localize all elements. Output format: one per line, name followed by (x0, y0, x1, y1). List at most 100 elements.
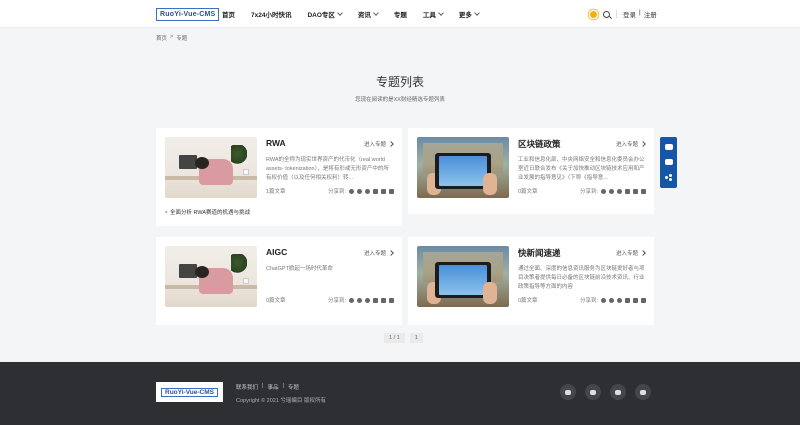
register-link[interactable]: 注册 (644, 9, 657, 19)
nav-item-home[interactable]: 首页 (222, 9, 235, 19)
topic-title[interactable]: 区块链政策 (518, 138, 561, 150)
footer-link-contact[interactable]: 联系我们 (236, 383, 258, 391)
weibo-icon[interactable] (609, 188, 614, 194)
nav-item-more[interactable]: 更多 (459, 9, 480, 19)
linkedin-icon[interactable] (641, 297, 646, 303)
qq-icon[interactable] (617, 297, 622, 303)
share-bar: 分享到: (580, 296, 646, 304)
linkedin-icon[interactable] (641, 188, 646, 194)
topic-meta: 0篇文章 分享到: (518, 187, 646, 195)
footer-link-products[interactable]: 事品 (267, 383, 278, 391)
comment-icon[interactable] (664, 144, 673, 151)
share-label: 分享到: (579, 189, 598, 195)
linkedin-icon[interactable] (389, 297, 394, 303)
auth-separator: | (639, 9, 641, 16)
linkedin-icon[interactable] (389, 188, 394, 194)
share-icon[interactable] (665, 173, 672, 181)
wechat-icon[interactable] (601, 297, 606, 303)
topic-description: 通过全面、深度的信息资讯服务为区块链爱好者与项目决策者提供每日必备的区块链前沿技… (518, 266, 645, 290)
share-label: 分享到: (579, 298, 598, 304)
copyright: Copyright © 2021 兮瑶编目 版权所有 (236, 398, 326, 404)
nav-item-flash[interactable]: 7x24小时快讯 (251, 9, 291, 19)
topic-title[interactable]: 快新闻速递 (518, 247, 561, 259)
topic-thumbnail[interactable] (165, 246, 257, 307)
chevron-right-icon (388, 141, 394, 147)
main-nav: 首页 7x24小时快讯 DAO专区 资讯 专题 工具 更多 (222, 0, 495, 28)
facebook-icon[interactable] (381, 297, 386, 303)
nav-item-news[interactable]: 资讯 (358, 9, 379, 19)
breadcrumb-home[interactable]: 首页 (156, 34, 167, 42)
share-label: 分享到: (327, 189, 346, 195)
chat-icon[interactable] (664, 158, 673, 165)
page-info: 1 / 1 (384, 333, 405, 343)
theme-toggle-icon[interactable] (590, 10, 597, 18)
site-logo[interactable]: RuoYi-Vue-CMS (156, 7, 220, 21)
topic-description: ChatGPT掀起一场时代革命 (266, 266, 333, 272)
twitter-icon[interactable] (625, 297, 630, 303)
enter-topic-link[interactable]: 进入专题 (616, 140, 646, 148)
wechat-icon[interactable] (349, 297, 354, 303)
twitter-icon[interactable] (373, 188, 378, 194)
weibo-icon[interactable] (357, 188, 362, 194)
topic-meta: 0篇文章 分享到: (518, 296, 646, 304)
weibo-icon[interactable] (609, 297, 614, 303)
divider (616, 10, 617, 18)
footer-logo[interactable]: RuoYi-Vue-CMS (156, 382, 223, 402)
page-button[interactable]: 1 (409, 333, 423, 343)
article-count: 1篇文章 (266, 189, 286, 195)
topic-card-blockchain-policy: 区块链政策 进入专题 工业和信息化部、中央网络安全和信息化委员会办公室近日联合发… (408, 128, 654, 214)
topic-thumbnail[interactable] (165, 137, 257, 198)
enter-topic-link[interactable]: 进入专题 (364, 140, 394, 148)
footer-social (560, 384, 651, 400)
enter-topic-link[interactable]: 进入专题 (364, 249, 394, 257)
facebook-icon[interactable] (633, 297, 638, 303)
auth-links: 登录 | 注册 (623, 9, 657, 19)
footer-link-topics[interactable]: 专题 (288, 383, 299, 391)
topic-meta: 1篇文章 分享到: (266, 187, 394, 195)
share-label: 分享到: (327, 298, 346, 304)
chevron-right-icon (388, 250, 394, 256)
article-count: 0篇文章 (266, 298, 286, 304)
topic-meta: 0篇文章 分享到: (266, 296, 394, 304)
breadcrumb-current: 专题 (176, 36, 188, 42)
site-header: RuoYi-Vue-CMS 首页 7x24小时快讯 DAO专区 资讯 专题 工具… (0, 0, 800, 28)
qq-icon[interactable] (365, 297, 370, 303)
weibo-icon[interactable] (357, 297, 362, 303)
article-count: 0篇文章 (518, 298, 538, 304)
chevron-right-icon (640, 250, 646, 256)
topic-thumbnail[interactable] (417, 246, 509, 307)
chevron-right-icon (640, 141, 646, 147)
logo-text: RuoYi-Vue-CMS (156, 7, 220, 21)
twitter-icon[interactable] (373, 297, 378, 303)
nav-item-tools[interactable]: 工具 (423, 9, 444, 19)
wechat-icon[interactable] (349, 188, 354, 194)
share-bar: 分享到: (328, 296, 394, 304)
topic-title[interactable]: AIGC (266, 247, 287, 257)
qq-icon[interactable] (365, 188, 370, 194)
weibo-icon[interactable] (585, 384, 601, 400)
twitter-icon[interactable] (560, 384, 576, 400)
qq-icon[interactable] (617, 188, 622, 194)
footer-separator: | (282, 383, 284, 389)
facebook-icon[interactable] (381, 188, 386, 194)
search-icon[interactable] (603, 10, 610, 18)
facebook-icon[interactable] (633, 188, 638, 194)
nav-item-dao[interactable]: DAO专区 (307, 9, 343, 19)
chevron-down-icon (474, 9, 480, 16)
side-float-toolbar (660, 137, 677, 188)
page-title: 专题列表 (375, 75, 424, 89)
breadcrumb: 首页 > 专题 (156, 34, 187, 42)
login-link[interactable]: 登录 (623, 9, 636, 19)
topic-thumbnail[interactable] (417, 137, 509, 198)
topic-article-link[interactable]: 全面分析 RWA赛道的机遇与挑战 (164, 208, 250, 216)
wechat-icon[interactable] (610, 384, 626, 400)
twitter-icon[interactable] (625, 188, 630, 194)
telegram-icon[interactable] (635, 384, 651, 400)
topic-card-rwa: RWA 进入专题 RWA的全称为现实世界资产的代币化（real world as… (156, 128, 402, 226)
wechat-icon[interactable] (601, 188, 606, 194)
topic-description: 工业和信息化部、中央网络安全和信息化委员会办公室近日联合发布《关于加快推动区块链… (518, 157, 645, 181)
topic-card-aigc: AIGC 进入专题 ChatGPT掀起一场时代革命 0篇文章 分享到: (156, 237, 402, 325)
nav-item-topics[interactable]: 专题 (394, 9, 407, 19)
enter-topic-link[interactable]: 进入专题 (616, 249, 646, 257)
topic-title[interactable]: RWA (266, 138, 286, 148)
